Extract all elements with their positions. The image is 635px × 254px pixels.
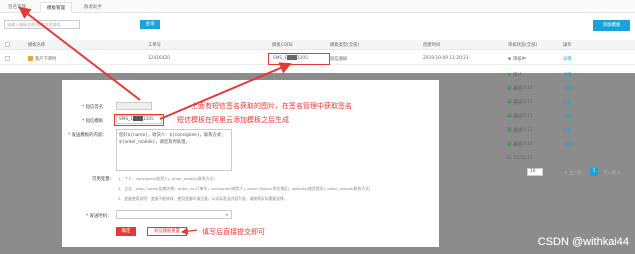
partial-detail-link[interactable]: 详情 bbox=[563, 114, 572, 120]
partial-status: 通过 bbox=[508, 142, 522, 148]
next-page-button[interactable]: 下一页 > bbox=[603, 170, 621, 176]
tab-bar: 签名管理 模板管理 群发助手 bbox=[0, 0, 635, 13]
code-highlight-box bbox=[268, 53, 330, 65]
partial-detail-link[interactable]: 详情 bbox=[563, 142, 572, 148]
variables-label: 可用变量： bbox=[92, 177, 114, 182]
reset-template-button[interactable]: 短信模板重置 bbox=[147, 227, 187, 236]
partial-status: 通过 bbox=[508, 100, 522, 106]
watermark: CSDN @withkai44 bbox=[537, 236, 629, 248]
partial-status: 通过 bbox=[508, 86, 522, 92]
partial-detail-link[interactable]: 详情 bbox=[563, 128, 572, 134]
status-text: 审核中 bbox=[513, 57, 526, 62]
annotation-template: 短信模板在阿里云添加模板之后生成 bbox=[177, 116, 289, 124]
variables-line-2: 2、企业：shop_name(店铺名称), order_sn(订单号), con… bbox=[118, 186, 371, 191]
sender-label: * 发送时机： bbox=[86, 214, 112, 219]
row-template-type: 短信通知 bbox=[330, 57, 348, 62]
partial-status-text: 通过 bbox=[513, 129, 522, 134]
page-size-select[interactable]: 10 bbox=[527, 168, 543, 176]
partial-row: -25 15:50:11 bbox=[505, 156, 533, 161]
partial-detail-link[interactable]: 详情 bbox=[563, 72, 572, 78]
status-dot-icon bbox=[508, 115, 511, 118]
partial-status: 通过 bbox=[508, 114, 522, 120]
template-label: * 短信模板 bbox=[82, 119, 104, 124]
partial-status-text: 通过 bbox=[513, 101, 522, 106]
header-code: 模板CODE bbox=[272, 43, 293, 48]
search-input[interactable]: 请输入模板名称/短信内容查找 bbox=[4, 20, 80, 29]
row-template-name: 客户下单时 bbox=[35, 57, 57, 62]
annotation-submit: 填写后直接提交即可 bbox=[202, 228, 265, 236]
partial-row-time: -25 15:50:11 bbox=[505, 156, 533, 161]
tab-template[interactable]: 模板管理 bbox=[40, 2, 72, 13]
row-detail-link[interactable]: 详情 bbox=[563, 56, 572, 62]
select-all-checkbox[interactable] bbox=[5, 42, 10, 47]
header-order: 工单号 bbox=[148, 43, 161, 48]
tab-signature[interactable]: 签名管理 bbox=[2, 2, 32, 13]
content-textarea[interactable]: 您好${name}，收货人：${consignee}，联系方式：${order_… bbox=[116, 129, 232, 171]
table-header: 模板名称 工单号 模板CODE 模板类型(全部) 创建时间 审核状态(全部) 操… bbox=[0, 40, 635, 50]
tab-mass-send[interactable]: 群发助手 bbox=[78, 2, 108, 13]
chevron-down-icon: ▾ bbox=[225, 212, 228, 217]
status-dot-icon bbox=[508, 101, 511, 104]
status-dot-icon bbox=[508, 73, 511, 76]
annotation-sign: 上面有短信签名获取的图片，在签名管理中获取签名 bbox=[191, 102, 352, 110]
partial-detail-link[interactable]: 详情 bbox=[563, 100, 572, 106]
partial-status-text: 通过 bbox=[513, 143, 522, 148]
partial-status-text: 通过 bbox=[513, 73, 522, 78]
header-name: 模板名称 bbox=[28, 43, 46, 48]
prev-page-button[interactable]: < 上一页 bbox=[564, 170, 582, 176]
status-dot-icon bbox=[508, 57, 511, 60]
partial-status-text: 通过 bbox=[513, 115, 522, 120]
template-code-highlight bbox=[114, 114, 164, 126]
status-dot-icon bbox=[508, 129, 511, 132]
variables-line-3: 3、变量使用说明：变量不能修改，使用变量时请注意，以实际发送内容为准，请按照实际… bbox=[118, 196, 288, 201]
add-template-button[interactable]: 添加模板 bbox=[593, 20, 630, 31]
partial-status: 通过 bbox=[508, 128, 522, 134]
sign-image-field[interactable] bbox=[116, 102, 152, 110]
row-status: 审核中 bbox=[508, 56, 526, 62]
page-1-button[interactable]: 1 bbox=[590, 168, 598, 176]
status-dot-icon bbox=[508, 143, 511, 146]
folder-icon bbox=[28, 56, 33, 61]
sender-select[interactable]: ▾ bbox=[116, 210, 232, 219]
sign-label: * 短信签名 bbox=[82, 105, 104, 110]
partial-detail-link[interactable]: 详情 bbox=[563, 86, 572, 92]
submit-button[interactable]: 确定 bbox=[116, 227, 136, 236]
header-type[interactable]: 模板类型(全部) bbox=[330, 42, 359, 48]
content-label: * 发送模板的内容： bbox=[68, 133, 107, 138]
partial-status-text: 通过 bbox=[513, 87, 522, 92]
status-dot-icon bbox=[508, 87, 511, 90]
row-checkbox[interactable] bbox=[5, 56, 10, 61]
header-action: 操作 bbox=[563, 43, 572, 48]
variables-line-1: 1、个人：consignee(收货人), order_mobile(联系方式) bbox=[118, 176, 215, 181]
row-created-time: 2019-10-09 11:20:23 bbox=[423, 56, 469, 61]
header-status[interactable]: 审核状态(全部) bbox=[508, 42, 537, 48]
row-order-number: 12416420 bbox=[148, 56, 170, 61]
partial-status: 通过 bbox=[508, 72, 522, 78]
header-time: 创建时间 bbox=[423, 43, 441, 48]
search-button[interactable]: 查询 bbox=[140, 20, 160, 29]
